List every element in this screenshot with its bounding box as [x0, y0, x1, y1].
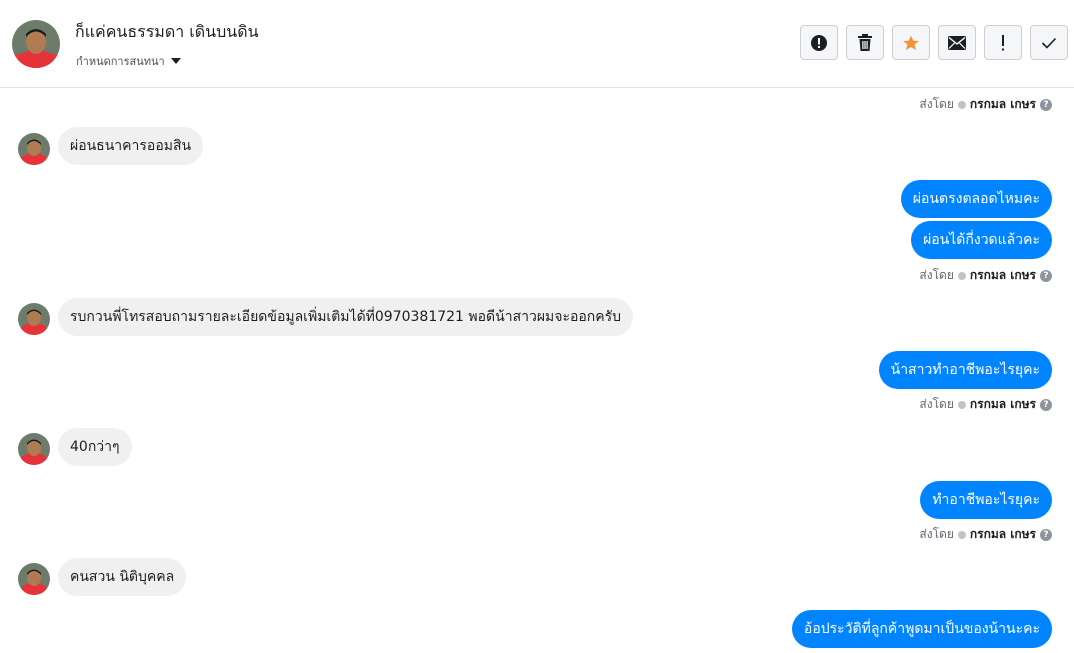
customer-avatar[interactable]	[18, 133, 50, 165]
contact-avatar[interactable]	[12, 20, 60, 68]
sent-by-label: ส่งโดย กรกมล เกษร ?	[919, 395, 1052, 414]
mark-spam-button[interactable]	[800, 25, 838, 60]
sender-dot-icon	[957, 530, 966, 539]
sender-dot-icon	[957, 400, 966, 409]
star-icon	[903, 35, 919, 50]
sender-name[interactable]: กรกมล เกษร	[970, 266, 1036, 285]
outgoing-message[interactable]: ผ่อนได้กี่งวดแล้วคะ	[911, 221, 1052, 259]
sent-by-prefix: ส่งโดย	[919, 527, 954, 541]
mark-done-button[interactable]	[1030, 25, 1068, 60]
trash-icon	[858, 33, 872, 51]
follow-up-button[interactable]	[984, 25, 1022, 60]
outgoing-message[interactable]: ผ่อนตรงตลอดไหมคะ	[900, 180, 1052, 218]
help-icon[interactable]: ?	[1040, 98, 1052, 111]
sent-by-label: ส่งโดย กรกมล เกษร ?	[919, 525, 1052, 544]
exclamation-icon	[1002, 34, 1004, 50]
envelope-icon	[948, 35, 966, 50]
customer-avatar[interactable]	[18, 563, 50, 595]
caret-down-icon	[170, 58, 181, 64]
help-icon[interactable]: ?	[1040, 528, 1052, 541]
sent-by-prefix: ส่งโดย	[919, 397, 954, 411]
sender-dot-icon	[957, 271, 966, 280]
customer-avatar[interactable]	[18, 433, 50, 465]
sender-name[interactable]: กรกมล เกษร	[970, 395, 1036, 414]
incoming-message[interactable]: ผ่อนธนาคารออมสิน	[58, 127, 204, 165]
outgoing-message[interactable]: อ้อประวัติที่ลูกค้าพูดมาเป็นของน้านะคะ	[791, 610, 1052, 648]
toolbar	[800, 25, 1068, 60]
help-icon[interactable]: ?	[1040, 398, 1052, 411]
check-icon	[1041, 37, 1057, 49]
outgoing-message[interactable]: ทำอาชีพอะไรยุคะ	[920, 481, 1052, 519]
sender-dot-icon	[957, 100, 966, 109]
star-button[interactable]	[892, 25, 930, 60]
customer-avatar[interactable]	[18, 303, 50, 335]
incoming-message[interactable]: 40กว่าๆ	[58, 428, 132, 466]
sent-by-label: ส่งโดย กรกมล เกษร ?	[919, 266, 1052, 285]
outgoing-message[interactable]: น้าสาวทำอาชีพอะไรยุคะ	[878, 351, 1052, 389]
sent-by-prefix: ส่งโดย	[919, 97, 954, 111]
sent-by-label: ส่งโดย กรกมล เกษร ?	[919, 95, 1052, 114]
help-icon[interactable]: ?	[1040, 269, 1052, 282]
assign-label: กำหนดการสนทนา	[76, 55, 165, 68]
assign-conversation-dropdown[interactable]: กำหนดการสนทนา	[76, 52, 181, 70]
alert-circle-icon	[811, 34, 827, 51]
conversation-header: ก็แค่คนธรรมดา เดินบนดิน กำหนดการสนทนา	[0, 0, 1074, 88]
incoming-message[interactable]: คนสวน นิติบุคคล	[58, 558, 187, 596]
sender-name[interactable]: กรกมล เกษร	[970, 525, 1036, 544]
contact-name: ก็แค่คนธรรมดา เดินบนดิน	[75, 22, 259, 41]
message-thread[interactable]: ส่งโดย กรกมล เกษร ? ผ่อนธนาคารออมสิน ผ่อ…	[0, 89, 1074, 653]
mark-unread-button[interactable]	[938, 25, 976, 60]
incoming-message[interactable]: รบกวนพี่โทรสอบถามรายละเอียดข้อมูลเพิ่มเต…	[58, 298, 634, 336]
delete-button[interactable]	[846, 25, 884, 60]
sent-by-prefix: ส่งโดย	[919, 268, 954, 282]
sender-name[interactable]: กรกมล เกษร	[970, 95, 1036, 114]
